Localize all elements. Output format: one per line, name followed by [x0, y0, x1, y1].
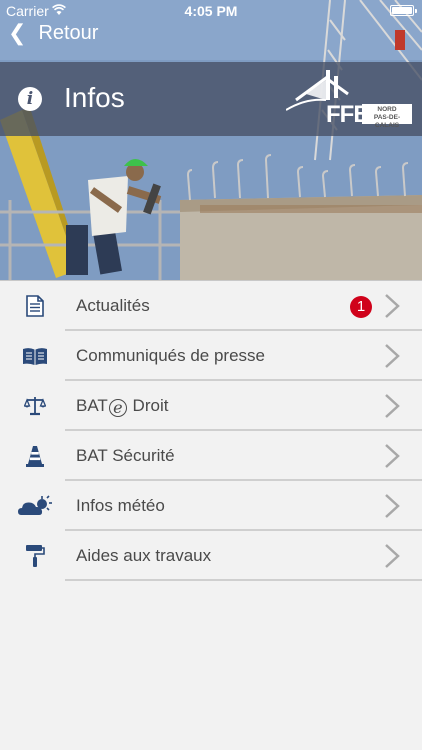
battery-icon: [390, 5, 417, 16]
menu-item-label: BAT e Droit: [76, 396, 168, 417]
document-icon: [18, 291, 52, 321]
header-photo: Carrier 4:05 PM ❮ Retour i Infos FFB NOR…: [0, 0, 422, 280]
chevron-right-icon: [384, 543, 400, 569]
logo-region-line2: PAS-DE-CALAIS: [373, 114, 401, 129]
logo-region-box: NORD PAS-DE-CALAIS: [362, 104, 412, 129]
bat-e-mark: e: [108, 399, 127, 417]
chevron-right-icon: [384, 293, 400, 319]
title-band: i Infos FFB NORD PAS-DE-CALAIS: [0, 62, 422, 136]
info-icon: i: [18, 87, 42, 111]
chevron-left-icon: ❮: [8, 20, 27, 45]
back-label: Retour: [38, 21, 99, 44]
menu-item-actualites[interactable]: Actualités 1: [0, 281, 422, 331]
back-button[interactable]: ❮ Retour: [8, 18, 98, 48]
traffic-cone-icon: [18, 441, 52, 471]
open-book-icon: [18, 341, 52, 371]
scales-icon: [18, 391, 52, 421]
menu-item-aides-travaux[interactable]: Aides aux travaux: [0, 531, 422, 581]
cloud-sun-icon: [18, 491, 52, 521]
notification-badge: 1: [350, 296, 372, 318]
chevron-right-icon: [384, 343, 400, 369]
chevron-right-icon: [384, 443, 400, 469]
menu-item-bat-securite[interactable]: BAT Sécurité: [0, 431, 422, 481]
menu-item-label-prefix: BAT: [76, 396, 108, 415]
paint-roller-icon: [18, 541, 52, 571]
menu-item-label-suffix: Droit: [132, 396, 169, 415]
ffb-logo: FFB NORD PAS-DE-CALAIS: [286, 70, 412, 130]
menu-item-communiques[interactable]: Communiqués de presse: [0, 331, 422, 381]
menu-item-label: Actualités: [76, 296, 150, 315]
page-title: Infos: [64, 82, 125, 113]
chevron-right-icon: [384, 493, 400, 519]
menu-item-infos-meteo[interactable]: Infos météo: [0, 481, 422, 531]
menu-item-label: Communiqués de presse: [76, 346, 265, 365]
menu-item-label: Infos météo: [76, 496, 165, 515]
menu-list: Actualités 1 Communiqués de presse BAT e…: [0, 280, 422, 581]
menu-item-bat-droit[interactable]: BAT e Droit: [0, 381, 422, 431]
menu-item-label: BAT Sécurité: [76, 446, 175, 465]
menu-item-label: Aides aux travaux: [76, 546, 212, 565]
logo-region-line1: NORD: [377, 106, 397, 113]
clock-label: 4:05 PM: [184, 3, 238, 19]
chevron-right-icon: [384, 393, 400, 419]
